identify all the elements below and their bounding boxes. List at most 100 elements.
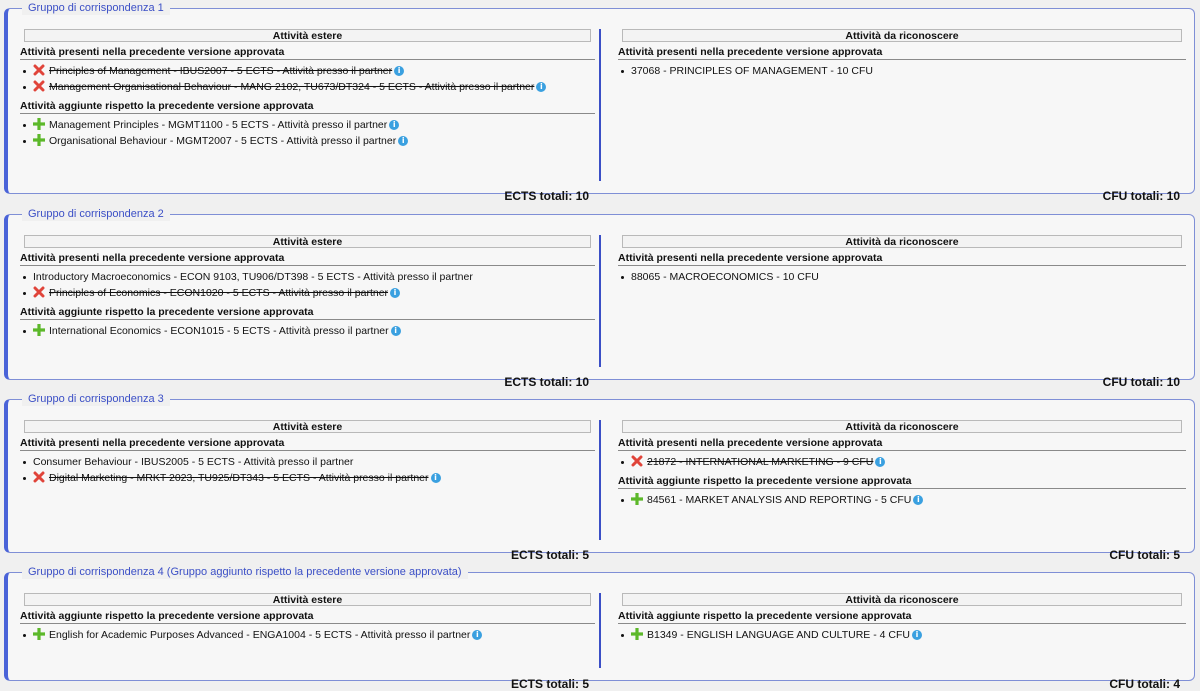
column-divider (599, 420, 601, 540)
column-divider (599, 593, 601, 668)
info-icon[interactable]: i (430, 473, 441, 483)
activity-list: Principles of Management - IBUS2007 - 5 … (20, 63, 595, 95)
activity-list: Consumer Behaviour - IBUS2005 - 5 ECTS -… (20, 454, 595, 486)
group-legend: Gruppo di corrispondenza 3 (22, 393, 170, 406)
list-item: English for Academic Purposes Advanced -… (20, 627, 595, 643)
correspondence-group: Gruppo di corrispondenza 1 Attività ester… (4, 2, 1195, 203)
activity-list: International Economics - ECON1015 - 5 E… (20, 323, 595, 339)
activity-list: 37068 - PRINCIPLES OF MANAGEMENT - 10 CF… (618, 63, 1186, 79)
activity-text: 37068 - PRINCIPLES OF MANAGEMENT - 10 CF… (631, 65, 873, 77)
green-plus-icon (32, 627, 46, 641)
info-icon[interactable]: i (913, 495, 924, 505)
info-icon[interactable]: i (875, 457, 886, 467)
section-title: Attività aggiunte rispetto la precedente… (618, 475, 1186, 489)
activity-text: Management Principles - MGMT1100 - 5 ECT… (49, 119, 388, 131)
activity-list: Management Principles - MGMT1100 - 5 ECT… (20, 117, 595, 149)
section-title: Attività aggiunte rispetto la precedente… (20, 306, 595, 320)
column-header: Attività da riconoscere (622, 420, 1182, 433)
info-icon[interactable]: i (911, 630, 922, 640)
section-title: Attività presenti nella precedente versi… (618, 46, 1186, 60)
green-plus-icon (630, 492, 644, 506)
recognized-activities-column: Attività da riconoscere Attività presenti… (618, 29, 1186, 203)
activity-text: 88065 - MACROECONOMICS - 10 CFU (631, 271, 819, 283)
column-header: Attività estere (24, 420, 591, 433)
list-item: 84561 - MARKET ANALYSIS AND REPORTING - … (618, 492, 1186, 508)
list-item: 37068 - PRINCIPLES OF MANAGEMENT - 10 CF… (618, 63, 1186, 79)
activity-text: 84561 - MARKET ANALYSIS AND REPORTING - … (647, 494, 912, 506)
list-item: Management Principles - MGMT1100 - 5 ECT… (20, 117, 595, 133)
activity-text: English for Academic Purposes Advanced -… (49, 629, 471, 641)
foreign-activities-column: Attività estere Attività aggiunte rispett… (20, 593, 595, 691)
activity-text: Consumer Behaviour - IBUS2005 - 5 ECTS -… (33, 456, 354, 468)
column-header: Attività da riconoscere (622, 235, 1182, 248)
cfu-total: CFU totali: 5 (1109, 548, 1180, 562)
list-item: Principles of Economics - ECON1020 - 5 E… (20, 285, 595, 301)
section-title: Attività aggiunte rispetto la precedente… (20, 610, 595, 624)
list-item: Consumer Behaviour - IBUS2005 - 5 ECTS -… (20, 454, 595, 470)
ects-total: ECTS totali: 10 (504, 375, 589, 389)
list-item: Organisational Behaviour - MGMT2007 - 5 … (20, 133, 595, 149)
column-header: Attività estere (24, 235, 591, 248)
activity-text: International Economics - ECON1015 - 5 E… (49, 325, 389, 337)
activity-list: B1349 - ENGLISH LANGUAGE AND CULTURE - 4… (618, 627, 1186, 643)
activity-list: Introductory Macroeconomics - ECON 9103,… (20, 269, 595, 301)
section-title: Attività aggiunte rispetto la precedente… (618, 610, 1186, 624)
activity-text: Organisational Behaviour - MGMT2007 - 5 … (49, 135, 397, 147)
green-plus-icon (32, 133, 46, 147)
recognized-activities-column: Attività da riconoscere Attività aggiunte… (618, 593, 1186, 691)
activity-text: Principles of Management - IBUS2007 - 5 … (49, 65, 393, 77)
correspondence-groups: Gruppo di corrispondenza 1 Attività ester… (0, 0, 1200, 691)
list-item: Digital Marketing - MRKT 2023, TU925/DT3… (20, 470, 595, 486)
ects-total: ECTS totali: 5 (510, 548, 589, 562)
column-header: Attività estere (24, 593, 591, 606)
red-x-icon (33, 471, 45, 483)
list-item: Management Organisational Behaviour - MA… (20, 79, 595, 95)
red-x-icon (33, 286, 45, 298)
red-x-icon (33, 64, 45, 76)
info-icon[interactable]: i (472, 630, 483, 640)
list-item: 88065 - MACROECONOMICS - 10 CFU (618, 269, 1186, 285)
section-title: Attività presenti nella precedente versi… (618, 437, 1186, 451)
info-icon[interactable]: i (394, 66, 405, 76)
activity-text: Management Organisational Behaviour - MA… (49, 81, 535, 93)
section-title: Attività presenti nella precedente versi… (618, 252, 1186, 266)
column-divider (599, 235, 601, 367)
activity-list: 84561 - MARKET ANALYSIS AND REPORTING - … (618, 492, 1186, 508)
green-plus-icon (32, 323, 46, 337)
activity-text: 21872 - INTERNATIONAL MARKETING - 9 CFU (647, 456, 874, 468)
green-plus-icon (630, 627, 644, 641)
group-legend: Gruppo di corrispondenza 4 (Gruppo aggiu… (22, 566, 468, 579)
column-divider (599, 29, 601, 181)
activity-text: Introductory Macroeconomics - ECON 9103,… (33, 271, 473, 283)
list-item: Principles of Management - IBUS2007 - 5 … (20, 63, 595, 79)
correspondence-group: Gruppo di corrispondenza 3 Attività ester… (4, 393, 1195, 562)
section-title: Attività presenti nella precedente versi… (20, 46, 595, 60)
section-title: Attività presenti nella precedente versi… (20, 252, 595, 266)
cfu-total: CFU totali: 10 (1102, 375, 1180, 389)
green-plus-icon (32, 117, 46, 131)
info-icon[interactable]: i (398, 136, 409, 146)
list-item: 21872 - INTERNATIONAL MARKETING - 9 CFU i (618, 454, 1186, 470)
activity-text: Principles of Economics - ECON1020 - 5 E… (49, 287, 389, 299)
activity-list: 88065 - MACROECONOMICS - 10 CFU (618, 269, 1186, 285)
recognized-activities-column: Attività da riconoscere Attività presenti… (618, 235, 1186, 389)
column-header: Attività da riconoscere (622, 29, 1182, 42)
group-legend: Gruppo di corrispondenza 2 (22, 208, 170, 221)
foreign-activities-column: Attività estere Attività presenti nella p… (20, 420, 595, 562)
correspondence-group: Gruppo di corrispondenza 2 Attività ester… (4, 208, 1195, 389)
column-header: Attività estere (24, 29, 591, 42)
ects-total: ECTS totali: 5 (510, 677, 589, 691)
info-icon[interactable]: i (389, 120, 400, 130)
correspondence-group: Gruppo di corrispondenza 4 (Gruppo aggiu… (4, 566, 1195, 691)
activity-list: English for Academic Purposes Advanced -… (20, 627, 595, 643)
info-icon[interactable]: i (536, 82, 547, 92)
activity-list: 21872 - INTERNATIONAL MARKETING - 9 CFU i (618, 454, 1186, 470)
info-icon[interactable]: i (390, 326, 401, 336)
list-item: Introductory Macroeconomics - ECON 9103,… (20, 269, 595, 285)
recognized-activities-column: Attività da riconoscere Attività presenti… (618, 420, 1186, 562)
list-item: International Economics - ECON1015 - 5 E… (20, 323, 595, 339)
foreign-activities-column: Attività estere Attività presenti nella p… (20, 235, 595, 389)
info-icon[interactable]: i (390, 288, 401, 298)
list-item: B1349 - ENGLISH LANGUAGE AND CULTURE - 4… (618, 627, 1186, 643)
section-title: Attività presenti nella precedente versi… (20, 437, 595, 451)
